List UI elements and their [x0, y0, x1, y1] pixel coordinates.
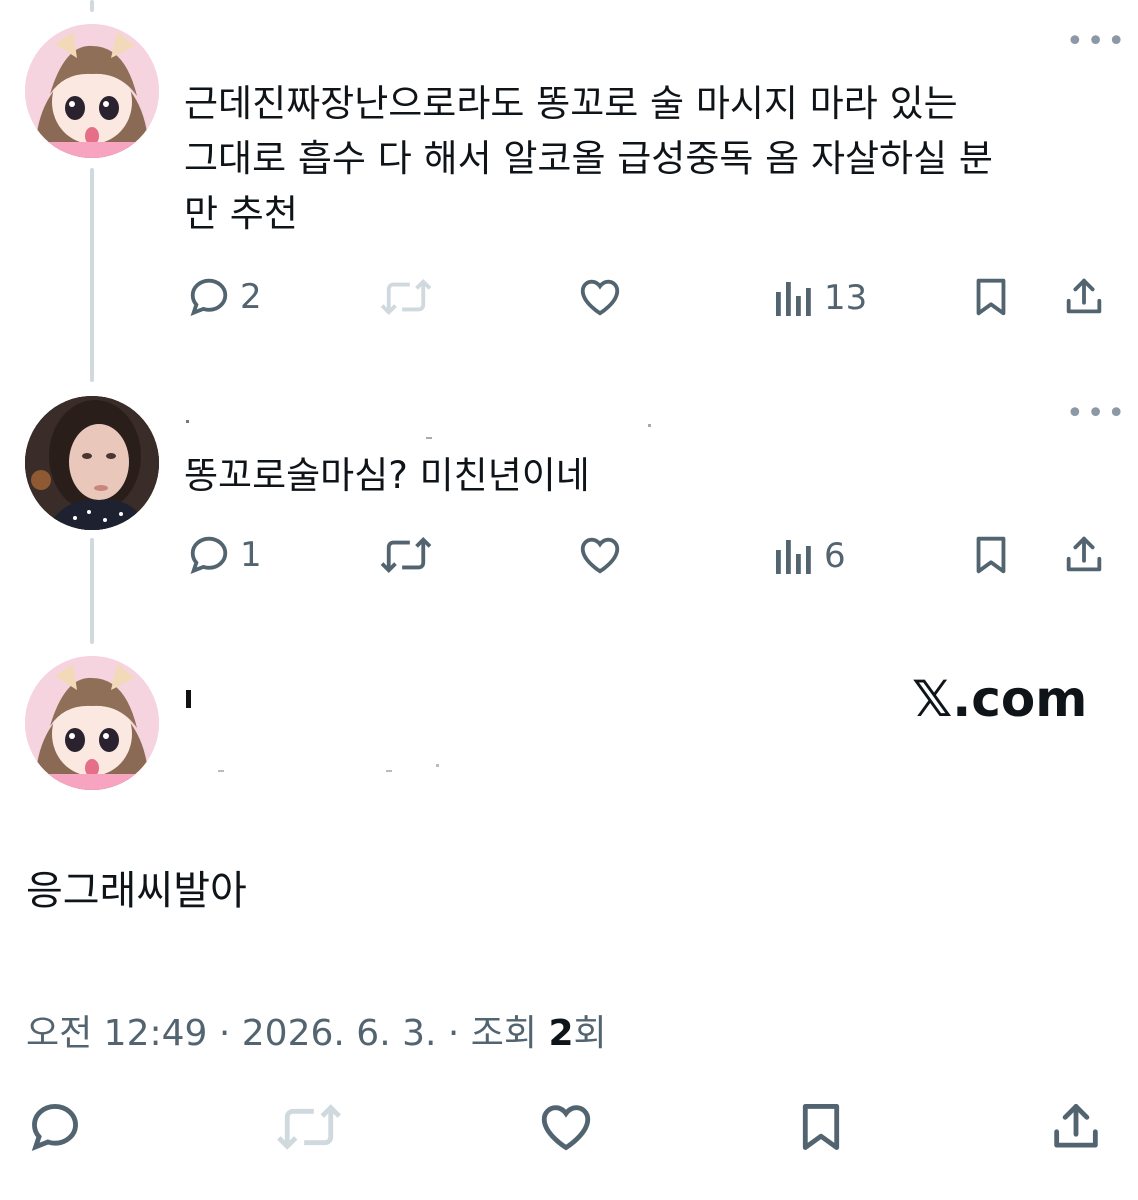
heart-icon — [541, 1105, 591, 1151]
thread-line — [90, 168, 94, 382]
redaction-speck — [218, 770, 224, 772]
views-suffix: 회 — [573, 1013, 607, 1054]
avatar[interactable] — [25, 656, 159, 790]
retweet-button[interactable] — [378, 532, 434, 578]
reply-button[interactable] — [26, 1098, 84, 1156]
retweet-button-disabled — [274, 1098, 344, 1156]
tweet-date[interactable]: 2026. 6. 3. — [242, 1013, 437, 1054]
anime-avatar-image — [25, 656, 159, 790]
bookmark-icon — [802, 1104, 840, 1150]
tweet-meta: 오전 12:49 · 2026. 6. 3. · 조회 2회 — [26, 1004, 607, 1056]
bookmark-icon — [976, 536, 1006, 574]
analytics-icon — [776, 540, 811, 574]
bookmark-icon — [976, 278, 1006, 316]
bookmark-button[interactable] — [968, 532, 1014, 578]
reply-text-line: 그대로 흡수 다 해서 알코올 급성중독 옴 자살하실 분 — [184, 137, 993, 180]
analytics-icon — [776, 282, 811, 316]
tweet-text: 응그래씨발아 — [26, 868, 247, 914]
like-button[interactable] — [576, 274, 624, 320]
reply-icon — [190, 536, 228, 574]
reply-text-line: 만 추천 — [184, 192, 298, 235]
heart-icon — [580, 537, 620, 574]
bookmark-button[interactable] — [792, 1098, 850, 1156]
more-options-icon[interactable]: ••• — [1066, 27, 1128, 57]
x-watermark-logo: 𝕏.com — [912, 670, 1088, 728]
views-button[interactable]: 6 — [772, 534, 846, 578]
reply-icon — [190, 278, 228, 316]
thread-line — [90, 0, 94, 12]
share-button[interactable] — [1046, 1098, 1106, 1156]
redaction-speck — [386, 770, 392, 772]
share-button[interactable] — [1060, 274, 1108, 320]
share-icon — [1066, 536, 1102, 572]
like-button[interactable] — [576, 532, 624, 578]
redaction-speck — [436, 764, 439, 767]
redaction-speck — [186, 690, 191, 708]
views-count: 2 — [548, 1013, 574, 1054]
reply-count: 1 — [240, 535, 262, 575]
redaction-speck — [648, 424, 651, 427]
redaction-speck — [426, 437, 432, 439]
avatar[interactable] — [25, 24, 159, 158]
heart-icon — [580, 279, 620, 316]
reply-button[interactable]: 2 — [186, 274, 262, 320]
thread-line — [90, 538, 94, 644]
reply-text: 똥꼬로술마심? 미친년이네 — [184, 454, 590, 497]
share-button[interactable] — [1060, 532, 1108, 578]
retweet-icon — [380, 278, 432, 316]
tweet-time[interactable]: 오전 12:49 — [26, 1013, 207, 1054]
retweet-icon — [277, 1104, 341, 1150]
retweet-icon — [380, 536, 432, 574]
views-count: 6 — [824, 536, 846, 576]
redaction-speck — [186, 420, 189, 423]
retweet-button-disabled — [378, 274, 434, 320]
share-icon — [1066, 278, 1102, 314]
avatar[interactable] — [25, 396, 159, 530]
separator: · — [207, 1013, 242, 1054]
share-icon — [1054, 1104, 1098, 1148]
views-label: 조회 — [470, 1013, 549, 1054]
photo-avatar-image — [25, 396, 159, 530]
more-options-icon[interactable]: ••• — [1066, 399, 1128, 429]
bookmark-button[interactable] — [968, 274, 1014, 320]
reply-text-line: 근데진짜장난으로라도 똥꼬로 술 마시지 마라 있는 — [184, 82, 958, 125]
reply-button[interactable]: 1 — [186, 532, 262, 578]
reply-icon — [31, 1104, 78, 1151]
views-count: 13 — [824, 278, 868, 318]
reply-text: 근데진짜장난으로라도 똥꼬로 술 마시지 마라 있는 그대로 흡수 다 해서 알… — [184, 76, 1114, 241]
reply-count: 2 — [240, 277, 262, 317]
anime-avatar-image — [25, 24, 159, 158]
views-button[interactable]: 13 — [772, 276, 867, 320]
like-button[interactable] — [536, 1098, 596, 1156]
separator: · — [436, 1013, 471, 1054]
